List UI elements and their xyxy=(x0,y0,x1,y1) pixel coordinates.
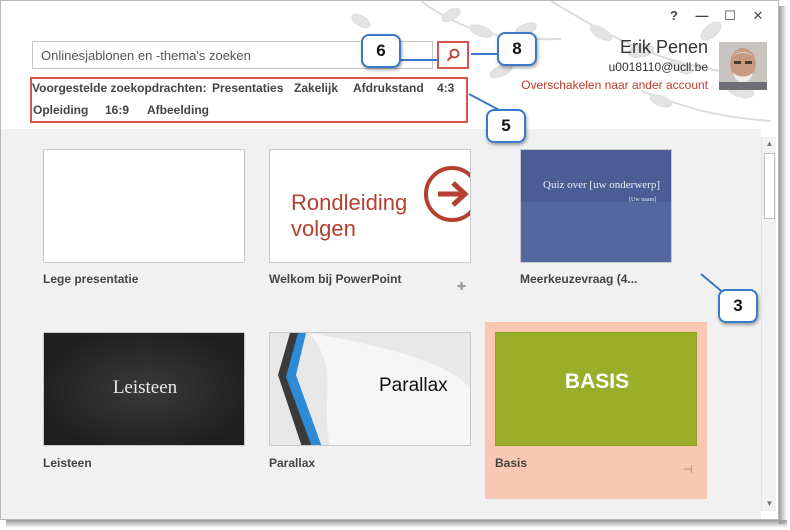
parallax-thumb-title: Parallax xyxy=(379,375,448,396)
pin-icon[interactable]: ⊣ xyxy=(683,463,693,476)
new-presentation-window: ? — ☐ ✕ Erik Penen u0018110@ucll.be Over… xyxy=(0,0,779,520)
pin-icon[interactable]: ✚ xyxy=(457,280,466,293)
template-thumb-slate[interactable]: Leisteen xyxy=(43,332,245,446)
scroll-down-icon[interactable]: ▼ xyxy=(762,497,777,511)
suggestion-afdrukstand[interactable]: Afdrukstand xyxy=(353,81,424,95)
template-label-parallax[interactable]: Parallax xyxy=(269,456,315,470)
window-shadow-bottom xyxy=(6,520,787,528)
callout-6-line xyxy=(399,59,439,61)
suggestion-16-9[interactable]: 16:9 xyxy=(105,103,129,117)
basis-thumb-title: BASIS xyxy=(564,370,630,393)
suggestions-label: Voorgestelde zoekopdrachten: xyxy=(32,81,207,95)
suggestion-zakelijk[interactable]: Zakelijk xyxy=(294,81,338,95)
callout-6: 6 xyxy=(361,34,401,68)
avatar[interactable] xyxy=(719,42,767,90)
callout-8-line xyxy=(471,53,499,55)
welcome-thumb-line1: Rondleiding xyxy=(291,190,408,215)
search-icon xyxy=(446,48,460,62)
suggestion-opleiding[interactable]: Opleiding xyxy=(33,103,88,117)
template-label-blank[interactable]: Lege presentatie xyxy=(43,272,138,286)
template-label-quiz[interactable]: Meerkeuzevraag (4... xyxy=(520,272,637,286)
account-email: u0018110@ucll.be xyxy=(608,60,708,74)
welcome-thumb-line2: volgen xyxy=(291,216,356,241)
suggestion-4-3[interactable]: 4:3 xyxy=(437,81,454,95)
slate-thumb-title: Leisteen xyxy=(112,377,178,398)
template-label-basis[interactable]: Basis xyxy=(495,456,527,470)
gallery-scrollbar[interactable]: ▲ ▼ xyxy=(761,137,776,511)
user-photo-icon xyxy=(719,42,767,90)
template-thumb-basis[interactable]: BASIS xyxy=(495,332,697,446)
suggestion-presentaties[interactable]: Presentaties xyxy=(212,81,283,95)
maximize-button[interactable]: ☐ xyxy=(716,6,744,26)
scroll-thumb[interactable] xyxy=(764,153,775,219)
quiz-thumb-sub: [Uw naam] xyxy=(629,197,657,203)
window-controls: ? — ☐ ✕ xyxy=(660,6,772,26)
template-label-welcome[interactable]: Welkom bij PowerPoint xyxy=(269,272,401,286)
callout-3: 3 xyxy=(718,289,758,323)
window-shadow-right xyxy=(779,6,787,524)
close-button[interactable]: ✕ xyxy=(744,6,772,26)
template-thumb-quiz[interactable]: Quiz over [uw onderwerp] [Uw naam] xyxy=(520,149,672,263)
callout-8: 8 xyxy=(497,32,537,66)
template-label-slate[interactable]: Leisteen xyxy=(43,456,92,470)
switch-account-link[interactable]: Overschakelen naar ander account xyxy=(521,78,708,92)
suggestion-afbeelding[interactable]: Afbeelding xyxy=(147,103,209,117)
minimize-button[interactable]: — xyxy=(688,6,716,26)
help-button[interactable]: ? xyxy=(660,6,688,26)
callout-5: 5 xyxy=(486,109,526,143)
arrow-right-circle-icon xyxy=(424,166,470,222)
quiz-thumb-topbar xyxy=(521,150,671,202)
template-thumb-welcome[interactable]: Rondleiding volgen xyxy=(269,149,471,263)
account-name: Erik Penen xyxy=(619,37,708,57)
template-thumb-parallax[interactable]: Parallax xyxy=(269,332,471,446)
template-thumb-blank[interactable] xyxy=(43,149,245,263)
scroll-up-icon[interactable]: ▲ xyxy=(762,137,777,151)
quiz-thumb-title: Quiz over [uw onderwerp] xyxy=(543,179,660,191)
search-button[interactable] xyxy=(437,41,469,69)
